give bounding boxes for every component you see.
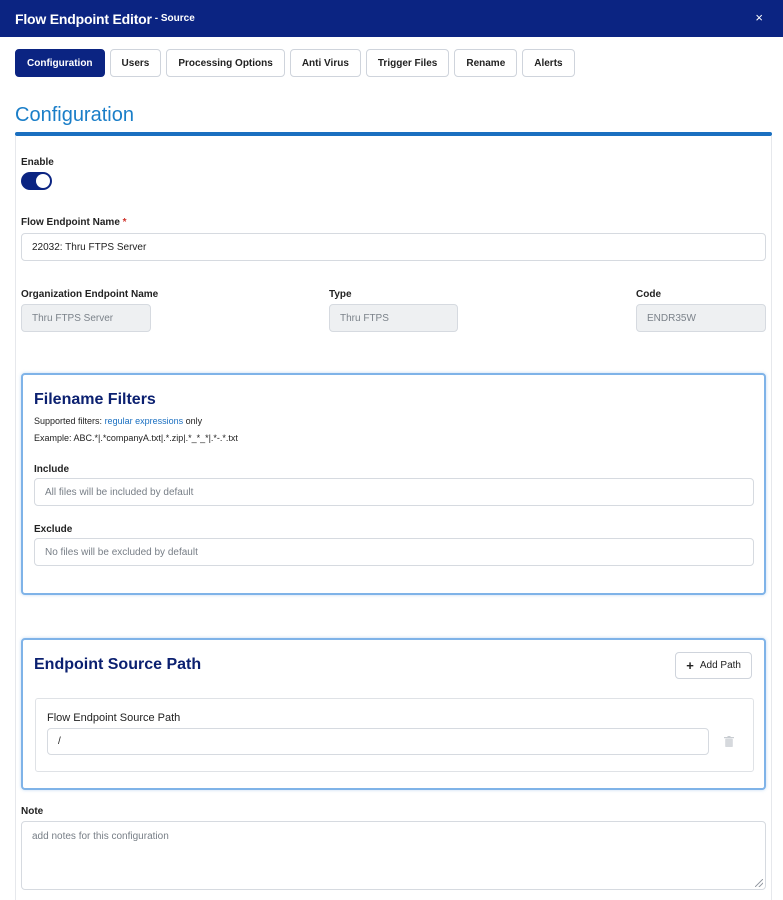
endpoint-source-path-card: Endpoint Source Path + Add Path Flow End… bbox=[21, 638, 766, 790]
supported-filters-text: Supported filters: regular expressions o… bbox=[34, 416, 202, 426]
endpoint-source-path-title: Endpoint Source Path bbox=[34, 656, 202, 673]
window-subtitle: - Source bbox=[154, 13, 195, 24]
required-marker: * bbox=[122, 217, 127, 228]
plus-icon: + bbox=[686, 658, 694, 673]
code-label: Code bbox=[636, 289, 661, 300]
resize-handle-icon[interactable] bbox=[755, 879, 763, 887]
close-icon[interactable]: × bbox=[755, 10, 763, 25]
filename-filters-title: Filename Filters bbox=[34, 391, 156, 408]
code-field: ENDR35W bbox=[636, 304, 766, 332]
tab-processing-options[interactable]: Processing Options bbox=[166, 49, 285, 77]
exclude-input[interactable]: No files will be excluded by default bbox=[34, 538, 754, 566]
add-path-button[interactable]: + Add Path bbox=[675, 652, 752, 679]
add-path-label: Add Path bbox=[699, 660, 741, 671]
type-label: Type bbox=[329, 289, 352, 300]
flow-endpoint-name-label-text: Flow Endpoint Name bbox=[21, 217, 120, 228]
org-endpoint-name-field: Thru FTPS Server bbox=[21, 304, 151, 332]
include-input[interactable]: All files will be included by default bbox=[34, 478, 754, 506]
title-bar: Flow Endpoint Editor - Source × bbox=[0, 0, 783, 37]
enable-label: Enable bbox=[21, 157, 54, 168]
tab-rename[interactable]: Rename bbox=[454, 49, 518, 77]
enable-toggle[interactable] bbox=[21, 172, 52, 190]
note-textarea[interactable]: add notes for this configuration bbox=[21, 821, 766, 890]
flow-endpoint-name-input[interactable]: 22032: Thru FTPS Server bbox=[21, 233, 766, 261]
source-path-input[interactable]: / bbox=[47, 728, 709, 755]
tab-trigger-files[interactable]: Trigger Files bbox=[365, 49, 450, 77]
exclude-label: Exclude bbox=[34, 524, 73, 535]
org-endpoint-name-label: Organization Endpoint Name bbox=[21, 289, 159, 300]
regular-expressions-link[interactable]: regular expressions bbox=[105, 416, 184, 426]
source-path-label: Flow Endpoint Source Path bbox=[47, 712, 181, 724]
window-title: Flow Endpoint Editor bbox=[15, 10, 152, 27]
tab-anti-virus[interactable]: Anti Virus bbox=[289, 49, 361, 77]
tab-bar: Configuration Users Processing Options A… bbox=[15, 49, 575, 77]
filename-filters-card: Filename Filters Supported filters: regu… bbox=[21, 373, 766, 595]
source-path-row: Flow Endpoint Source Path / bbox=[35, 698, 754, 772]
toggle-knob bbox=[36, 174, 50, 188]
include-label: Include bbox=[34, 464, 70, 475]
note-placeholder: add notes for this configuration bbox=[32, 831, 169, 842]
filter-example-text: Example: ABC.*|.*companyA.txt|.*.zip|.*_… bbox=[34, 433, 238, 443]
supported-prefix: Supported filters: bbox=[34, 416, 103, 426]
section-heading: Configuration bbox=[15, 104, 134, 126]
type-field: Thru FTPS bbox=[329, 304, 458, 332]
supported-suffix: only bbox=[185, 416, 203, 426]
trash-icon[interactable] bbox=[724, 736, 734, 747]
tab-alerts[interactable]: Alerts bbox=[522, 49, 575, 77]
flow-endpoint-name-label: Flow Endpoint Name * bbox=[21, 217, 127, 228]
note-label: Note bbox=[21, 806, 44, 817]
tab-configuration[interactable]: Configuration bbox=[15, 49, 105, 77]
tab-users[interactable]: Users bbox=[109, 49, 162, 77]
